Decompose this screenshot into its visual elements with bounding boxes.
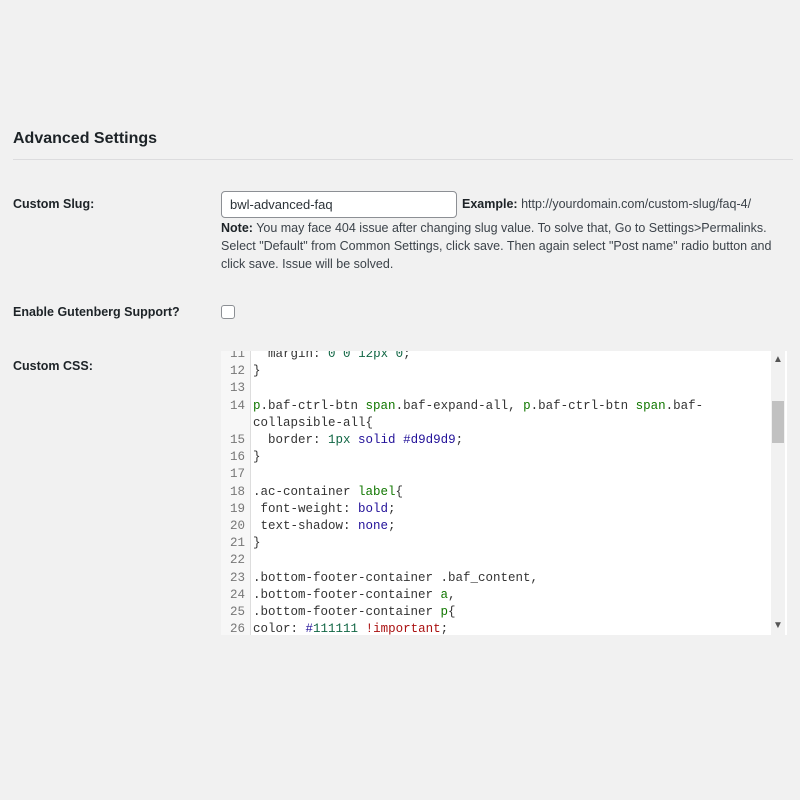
code-line: 14 p.baf-ctrl-btn span.baf-expand-all, p.… [221,398,771,432]
line-text: border: 1px solid #d9d9d9; [253,433,464,448]
line-text: } [253,536,261,551]
line-number: 18 [229,484,245,499]
code-line: 22 [221,552,771,569]
editor-scrollbar[interactable]: ▲ ▼ [771,351,785,635]
code-line: 19 font-weight: bold; [221,501,771,518]
line-number: 23 [229,570,245,585]
line-text [245,552,771,569]
note-label: Note: [221,221,253,235]
line-text: } [253,364,261,379]
code-line: 25 .bottom-footer-container p{ [221,604,771,621]
example-label: Example: [462,197,518,211]
line-text: .bottom-footer-container a, [253,587,456,602]
line-number: 15 [229,433,245,448]
section-divider [13,159,793,160]
line-number: 11 [229,351,245,361]
line-number: 25 [229,605,245,620]
scroll-up-icon[interactable]: ▲ [771,353,785,367]
code-lines: 11 margin: 0 0 12px 0; 12} 13 14 p.baf-ctrl-… [221,351,771,635]
code-line: 15 border: 1px solid #d9d9d9; [221,432,771,449]
scroll-down-icon[interactable]: ▼ [771,619,785,633]
code-line: 13 [221,380,771,397]
note-text: You may face 404 issue after changing sl… [221,221,772,271]
code-line: 16} [221,449,771,466]
code-line: 21} [221,535,771,552]
line-text: margin: 0 0 12px 0; [253,351,411,361]
example-value: http://yourdomain.com/custom-slug/faq-4/ [521,197,752,211]
scroll-thumb[interactable] [772,401,784,443]
line-number: 12 [229,364,245,379]
line-text: } [253,450,261,465]
line-text [245,466,771,483]
code-line: 20 text-shadow: none; [221,518,771,535]
line-text: .bottom-footer-container p{ [253,605,456,620]
code-line: 18 .ac-container label{ [221,484,771,501]
line-text: color: #111111 !important; [253,622,449,635]
custom-slug-label: Custom Slug: [13,197,95,211]
custom-css-editor[interactable]: 11 margin: 0 0 12px 0; 12} 13 14 p.baf-ctrl-… [221,351,787,635]
code-line: 24 .bottom-footer-container a, [221,587,771,604]
code-line: 26 color: #111111 !important; [221,621,771,635]
slug-example: Example: http://yourdomain.com/custom-sl… [462,197,751,211]
line-text: font-weight: bold; [253,501,396,516]
gutenberg-label: Enable Gutenberg Support? [13,305,180,319]
gutenberg-checkbox[interactable] [221,305,235,319]
custom-slug-input[interactable] [221,191,457,218]
line-number: 26 [229,622,245,635]
line-number: 16 [229,450,245,465]
code-line: 23 .bottom-footer-container .baf_content, [221,570,771,587]
section-title: Advanced Settings [13,130,158,147]
line-number: 19 [229,501,245,516]
custom-css-label: Custom CSS: [13,359,93,373]
line-number: 17 [229,467,245,482]
code-line: 12} [221,363,771,380]
line-number: 22 [229,553,245,568]
line-number: 24 [229,587,245,602]
line-number: 20 [229,519,245,534]
line-text: text-shadow: none; [253,519,396,534]
line-text [245,380,771,397]
code-line: 17 [221,466,771,483]
line-number: 14 [229,398,245,413]
line-number: 13 [229,381,245,396]
line-text: .ac-container label{ [253,484,404,499]
line-number: 21 [229,536,245,551]
slug-note: Note: You may face 404 issue after chang… [221,219,791,273]
code-line: 11 margin: 0 0 12px 0; [221,351,771,363]
line-text: p.baf-ctrl-btn span.baf-expand-all, p.ba… [253,398,704,430]
line-text: .bottom-footer-container .baf_content, [253,570,539,585]
